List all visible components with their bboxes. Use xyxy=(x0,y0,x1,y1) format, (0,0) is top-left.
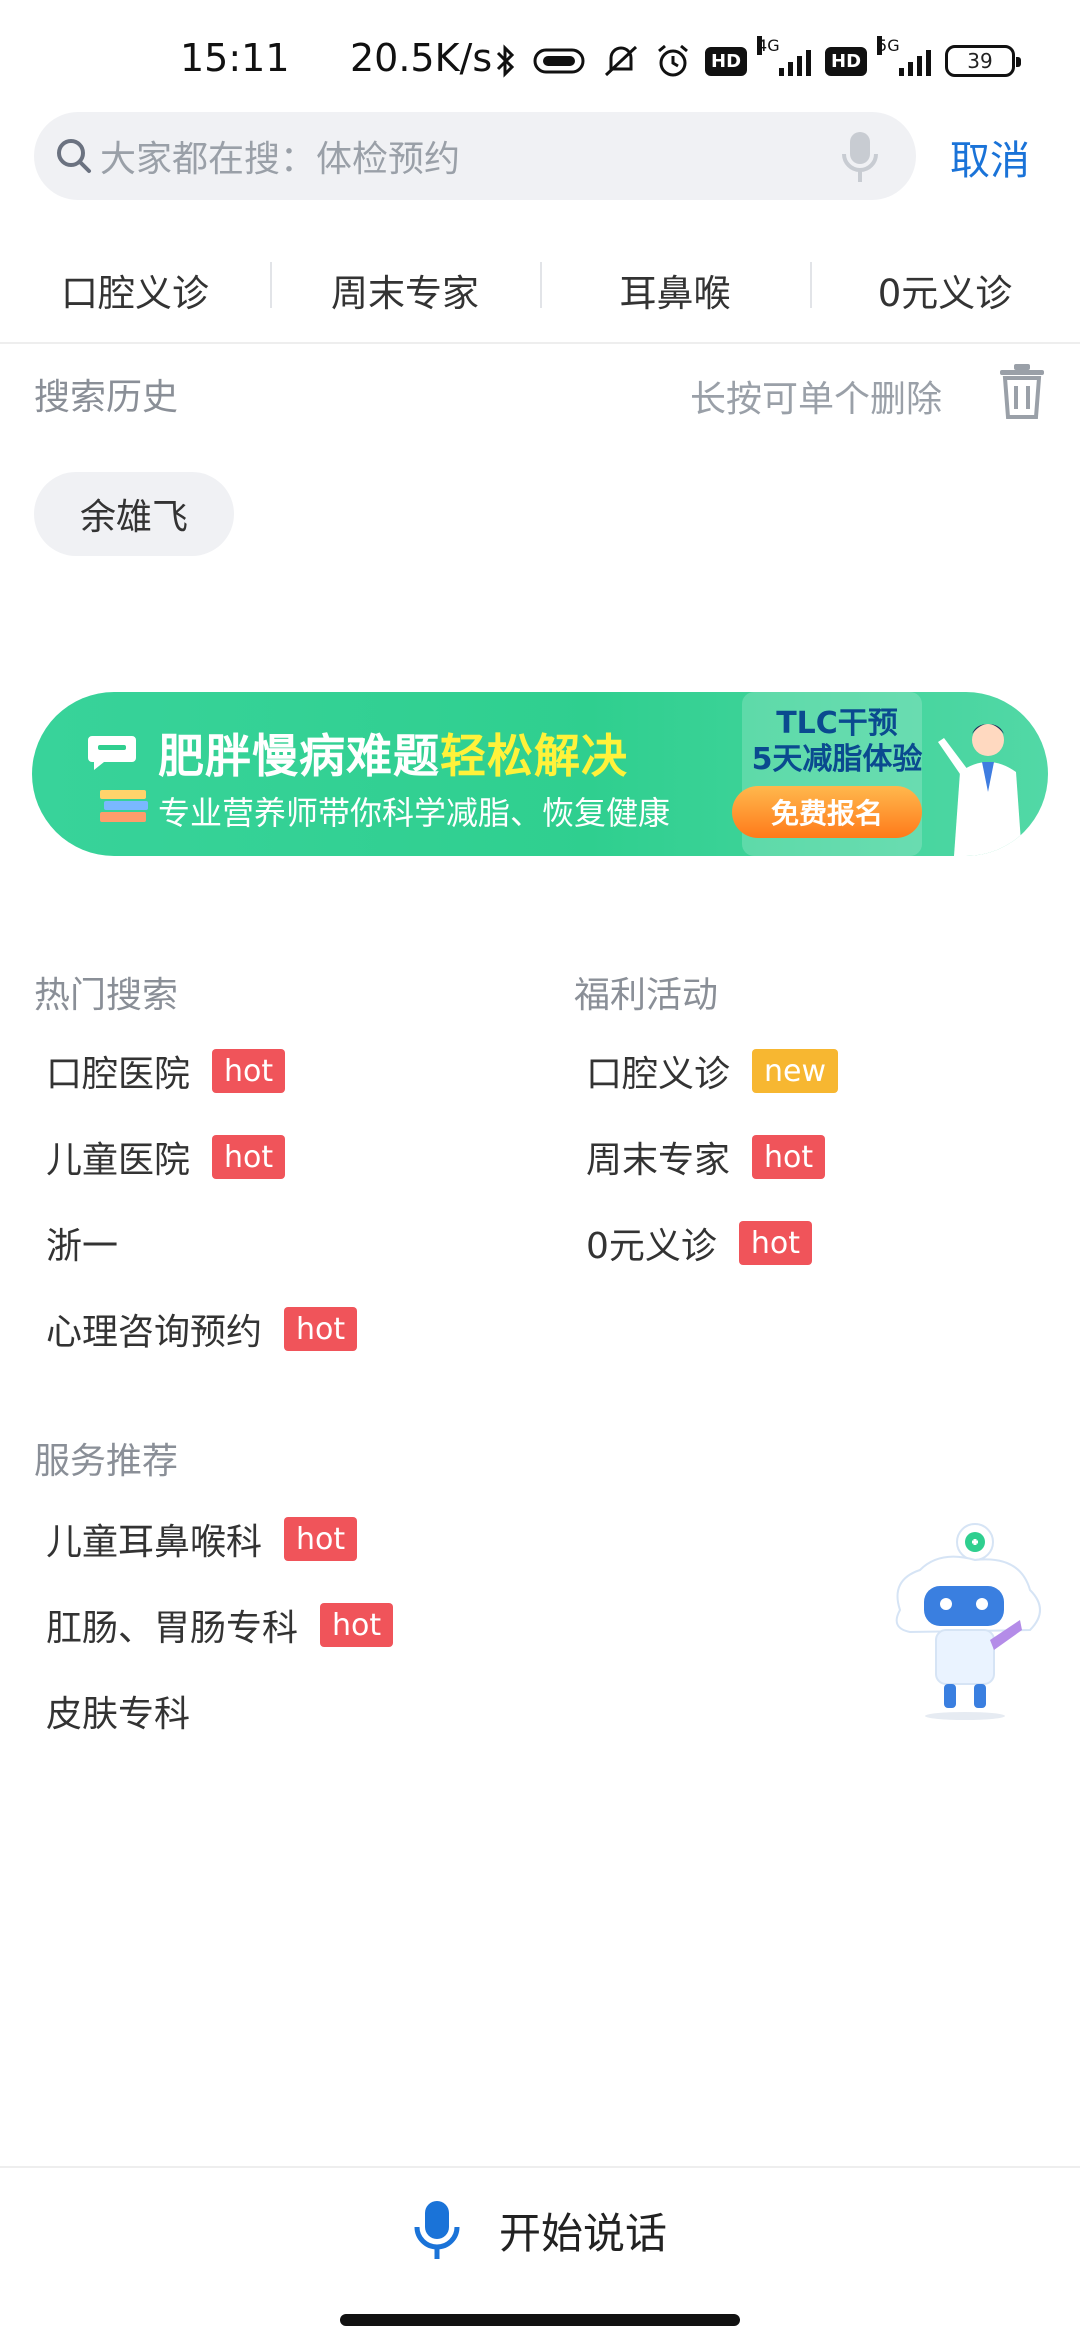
bluetooth-icon xyxy=(496,44,515,78)
service-item[interactable]: 儿童耳鼻喉科 hot xyxy=(46,1514,358,1564)
quick-tab-ent[interactable]: 耳鼻喉 xyxy=(540,240,810,340)
signal-4g-icon: 4G xyxy=(757,36,812,76)
books-icon xyxy=(100,790,148,822)
service-item[interactable]: 皮肤专科 xyxy=(46,1686,190,1736)
welfare-item[interactable]: 周末专家 hot xyxy=(586,1132,826,1182)
quick-tab-oral[interactable]: 口腔义诊 xyxy=(0,240,270,340)
hot-search-item[interactable]: 浙一 xyxy=(46,1218,118,1268)
start-speaking-button[interactable]: 开始说话 xyxy=(0,2170,1080,2290)
search-icon xyxy=(57,139,91,173)
hot-search-item[interactable]: 儿童医院 hot xyxy=(46,1132,286,1182)
services-title: 服务推荐 xyxy=(34,1441,179,1482)
hot-badge: hot xyxy=(738,1221,813,1265)
alarm-icon xyxy=(658,44,688,77)
free-signup-button[interactable]: 免费报名 xyxy=(732,786,922,838)
quick-tab-free-clinic[interactable]: 0元义诊 xyxy=(810,240,1080,340)
hot-badge: hot xyxy=(212,1135,286,1179)
signal-5g-icon: 5G xyxy=(877,36,932,76)
welfare-label: 口腔义诊 xyxy=(586,1054,731,1095)
quick-tab-weekend-expert[interactable]: 周末专家 xyxy=(270,240,540,340)
hot-badge: hot xyxy=(284,1307,358,1351)
hot-search-label: 浙一 xyxy=(46,1226,119,1267)
welfare-label: 0元义诊 xyxy=(586,1226,717,1267)
quick-tabs: 口腔义诊 周末专家 耳鼻喉 0元义诊 xyxy=(0,240,1080,340)
hot-search-item[interactable]: 心理咨询预约 hot xyxy=(46,1304,358,1354)
hot-search-label: 儿童医院 xyxy=(46,1140,191,1181)
banner-title-main: 肥胖慢病难题 xyxy=(158,729,440,783)
mute-bell-icon xyxy=(604,45,638,77)
microphone-icon xyxy=(414,2201,460,2259)
hot-badge: hot xyxy=(284,1517,358,1561)
hot-search-label: 心理咨询预约 xyxy=(46,1312,263,1353)
banner-tag-line1: TLC干预 xyxy=(776,706,898,741)
promo-banner[interactable]: 肥胖慢病难题轻松解决 专业营养师带你科学减脂、恢复健康 TLC干预 5天减脂体验… xyxy=(32,692,1048,856)
start-speaking-label: 开始说话 xyxy=(498,2209,667,2257)
trash-icon[interactable] xyxy=(996,362,1048,420)
banner-subtitle: 专业营养师带你科学减脂、恢复健康 xyxy=(158,794,671,832)
status-bar: 15:11 20.5K/s HD 4G HD 5G 39 xyxy=(0,0,1080,110)
home-indicator[interactable] xyxy=(340,2314,740,2326)
search-placeholder: 大家都在搜：体检预约 xyxy=(100,139,461,180)
robot-mascot-icon[interactable] xyxy=(880,1520,1050,1720)
search-input[interactable]: 大家都在搜：体检预约 xyxy=(34,112,916,200)
service-label: 皮肤专科 xyxy=(46,1694,191,1735)
doctor-illustration-icon xyxy=(938,724,1022,856)
welfare-label: 周末专家 xyxy=(586,1140,731,1181)
battery-icon: 39 xyxy=(945,45,1022,77)
hot-search-label: 口腔医院 xyxy=(46,1054,191,1095)
vibrate-icon xyxy=(533,48,585,74)
chat-bubble-icon xyxy=(88,736,136,770)
status-time: 15:11 xyxy=(180,36,290,80)
history-title: 搜索历史 xyxy=(34,377,179,418)
hd-icon: HD xyxy=(705,46,748,76)
status-icons: HD 4G HD 5G 39 xyxy=(495,36,1022,86)
welfare-title: 福利活动 xyxy=(574,975,719,1016)
history-chip[interactable]: 余雄飞 xyxy=(34,472,235,556)
microphone-icon[interactable] xyxy=(840,130,880,184)
banner-title: 肥胖慢病难题轻松解决 xyxy=(158,720,628,786)
banner-tag: TLC干预 5天减脂体验 xyxy=(732,706,942,778)
cancel-button[interactable]: 取消 xyxy=(950,128,1030,186)
network-speed: 20.5K/s xyxy=(350,36,493,80)
divider xyxy=(0,342,1080,344)
new-badge: new xyxy=(752,1049,839,1093)
divider xyxy=(0,2166,1080,2168)
hot-search-title: 热门搜索 xyxy=(34,975,179,1016)
service-item[interactable]: 肛肠、胃肠专科 hot xyxy=(46,1600,394,1650)
welfare-item[interactable]: 口腔义诊 new xyxy=(586,1046,839,1096)
hd-icon-2: HD xyxy=(825,46,868,76)
history-hint: 长按可单个删除 xyxy=(690,379,943,420)
banner-title-highlight: 轻松解决 xyxy=(440,729,628,783)
welfare-item[interactable]: 0元义诊 hot xyxy=(586,1218,813,1268)
hot-badge: hot xyxy=(212,1049,286,1093)
hot-badge: hot xyxy=(752,1135,826,1179)
hot-badge: hot xyxy=(320,1603,394,1647)
service-label: 肛肠、胃肠专科 xyxy=(46,1608,299,1649)
banner-tag-line2: 5天减脂体验 xyxy=(751,742,923,777)
hot-search-item[interactable]: 口腔医院 hot xyxy=(46,1046,286,1096)
service-label: 儿童耳鼻喉科 xyxy=(46,1522,263,1563)
